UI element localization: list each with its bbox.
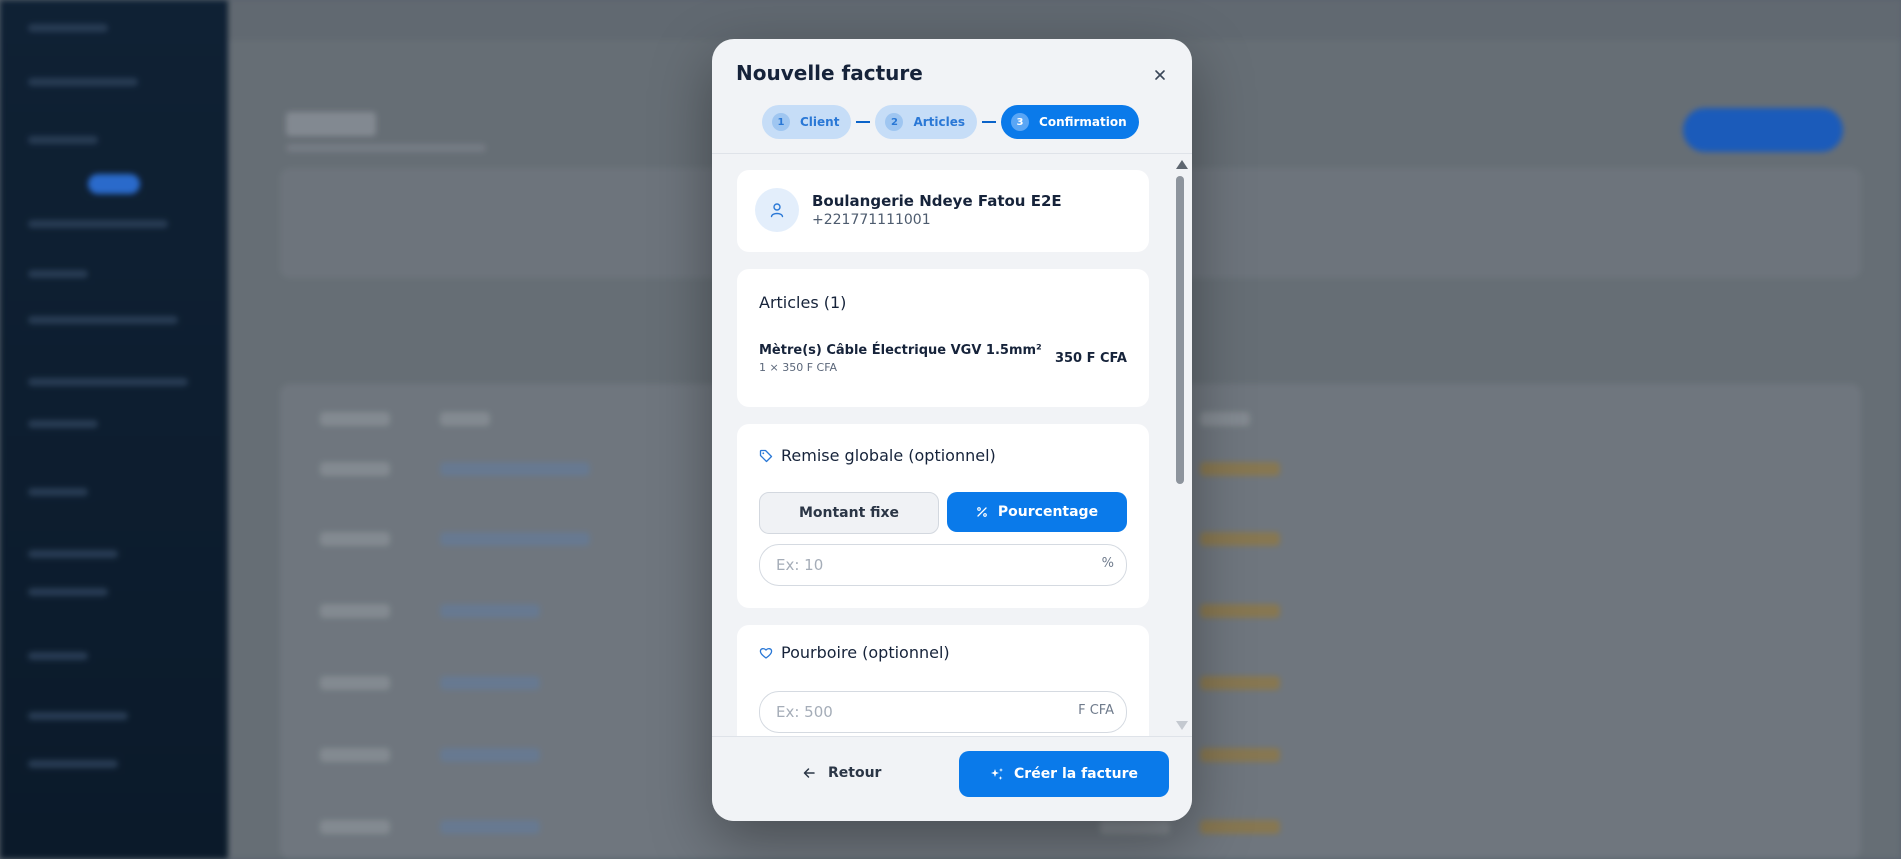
discount-card: Remise globale (optionnel) Montant fixe … [737, 424, 1149, 608]
article-price: 350 F CFA [1054, 351, 1127, 366]
step-label: Confirmation [1039, 115, 1127, 129]
scroll-down-arrow-icon[interactable] [1176, 721, 1188, 730]
tip-title: Pourboire (optionnel) [781, 643, 950, 662]
user-icon [770, 203, 784, 218]
client-card: Boulangerie Ndeye Fatou E2E +22177111100… [737, 170, 1149, 252]
arrow-left-icon [803, 768, 815, 778]
tip-card: Pourboire (optionnel) F CFA [737, 625, 1149, 736]
create-invoice-label: Créer la facture [1014, 766, 1138, 782]
articles-card: Articles (1) Mètre(s) Câble Électrique V… [737, 269, 1149, 407]
step-connector [856, 121, 871, 123]
tip-suffix: F CFA [1078, 703, 1114, 718]
step-number: 3 [1011, 113, 1030, 131]
step-connector [982, 121, 997, 123]
fixed-amount-label: Montant fixe [798, 505, 900, 521]
step-client[interactable]: 1 Client [762, 105, 852, 139]
heart-icon [759, 647, 773, 659]
modal-scroll-area[interactable]: Boulangerie Ndeye Fatou E2E +22177111100… [712, 154, 1192, 736]
discount-field: % [759, 544, 1127, 586]
tag-icon [759, 449, 773, 462]
scrollbar-thumb[interactable] [1176, 176, 1184, 484]
back-button[interactable]: Retour [802, 765, 881, 781]
step-label: Client [800, 115, 840, 129]
article-name: Mètre(s) Câble Électrique VGV 1.5mm² [759, 343, 1042, 358]
step-label: Articles [913, 115, 966, 129]
stepper: 1 Client 2 Articles 3 Confirmation [762, 105, 1139, 139]
step-articles[interactable]: 2 Articles [875, 105, 978, 139]
new-invoice-modal: Nouvelle facture 1 Client 2 Articles 3 C… [712, 39, 1192, 821]
percent-icon [976, 506, 988, 518]
back-label: Retour [828, 765, 882, 781]
fixed-amount-button[interactable]: Montant fixe [759, 492, 939, 534]
scroll-up-arrow-icon[interactable] [1176, 160, 1188, 169]
client-phone: +221771111001 [812, 212, 931, 228]
step-number: 2 [885, 113, 904, 131]
tip-field: F CFA [759, 691, 1127, 733]
discount-input[interactable] [774, 545, 1068, 585]
scrollbar[interactable] [1174, 154, 1188, 736]
percentage-button[interactable]: Pourcentage [947, 492, 1127, 532]
tip-input[interactable] [774, 692, 1068, 732]
create-invoice-button[interactable]: Créer la facture [959, 751, 1169, 797]
discount-title: Remise globale (optionnel) [781, 446, 996, 465]
tip-header: Pourboire (optionnel) [759, 643, 950, 662]
close-button[interactable] [1150, 65, 1170, 85]
articles-title: Articles (1) [759, 293, 847, 312]
avatar [755, 188, 799, 232]
discount-header: Remise globale (optionnel) [759, 446, 996, 465]
sparkles-icon [991, 768, 1004, 780]
close-icon [1155, 70, 1165, 80]
step-number: 1 [772, 113, 790, 131]
step-confirmation[interactable]: 3 Confirmation [1001, 105, 1139, 139]
article-detail: 1 × 350 F CFA [759, 361, 838, 374]
client-name: Boulangerie Ndeye Fatou E2E [812, 192, 1062, 210]
modal-title: Nouvelle facture [736, 61, 923, 85]
modal-footer: Retour Créer la facture [712, 736, 1192, 821]
discount-suffix: % [1101, 556, 1114, 571]
percentage-label: Pourcentage [997, 504, 1099, 520]
modal-header: Nouvelle facture 1 Client 2 Articles 3 C… [712, 39, 1192, 154]
